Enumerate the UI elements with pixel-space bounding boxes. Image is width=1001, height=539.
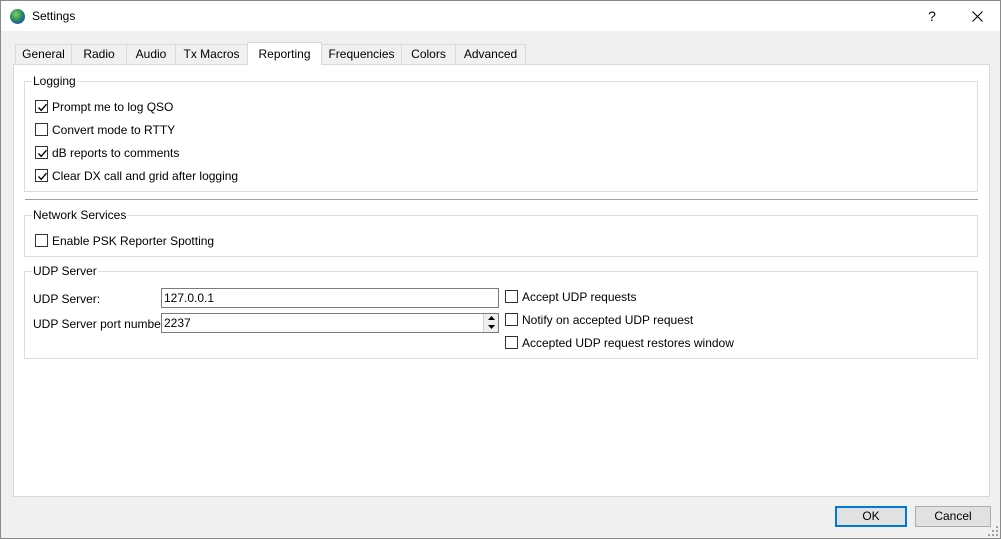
udp-server-label: UDP Server:: [33, 292, 101, 306]
checkmark-icon: [37, 103, 48, 112]
checkbox-box[interactable]: [505, 336, 518, 349]
tab-reporting[interactable]: Reporting: [247, 42, 322, 65]
clear-dx-call-checkbox[interactable]: Clear DX call and grid after logging: [35, 168, 275, 184]
udp-group-title: UDP Server: [32, 264, 98, 278]
checkbox-box[interactable]: [35, 100, 48, 113]
tab-radio[interactable]: Radio: [71, 44, 127, 64]
checkbox-label: Accept UDP requests: [522, 290, 637, 304]
logging-group-title: Logging: [32, 74, 77, 88]
tab-frequencies[interactable]: Frequencies: [321, 44, 402, 64]
close-icon: [972, 11, 983, 22]
network-group-title: Network Services: [32, 208, 128, 222]
tab-colors[interactable]: Colors: [401, 44, 456, 64]
checkbox-box[interactable]: [35, 146, 48, 159]
checkbox-box[interactable]: [505, 313, 518, 326]
checkmark-icon: [37, 149, 48, 158]
checkbox-box[interactable]: [35, 123, 48, 136]
cancel-button[interactable]: Cancel: [915, 506, 991, 527]
udp-port-label: UDP Server port number:: [33, 317, 169, 331]
reporting-panel: Logging Prompt me to log QSO Convert mod…: [13, 64, 990, 497]
psk-reporter-checkbox[interactable]: Enable PSK Reporter Spotting: [35, 233, 255, 249]
close-button[interactable]: [954, 1, 1000, 31]
convert-rtty-checkbox[interactable]: Convert mode to RTTY: [35, 122, 235, 138]
notify-udp-checkbox[interactable]: Notify on accepted UDP request: [505, 312, 705, 328]
title-bar[interactable]: Settings ?: [1, 1, 1000, 31]
window-title: Settings: [32, 9, 76, 23]
prompt-log-qso-checkbox[interactable]: Prompt me to log QSO: [35, 99, 235, 115]
tab-audio[interactable]: Audio: [126, 44, 176, 64]
network-services-group: Network Services Enable PSK Reporter Spo…: [24, 208, 978, 257]
db-reports-checkbox[interactable]: dB reports to comments: [35, 145, 235, 161]
app-globe-icon: [10, 9, 25, 24]
udp-port-value: 2237: [164, 316, 191, 330]
checkbox-box[interactable]: [505, 290, 518, 303]
checkbox-label: Clear DX call and grid after logging: [52, 169, 239, 183]
spinner: [483, 314, 498, 332]
checkbox-box[interactable]: [35, 234, 48, 247]
checkbox-label: Prompt me to log QSO: [52, 100, 174, 114]
checkbox-label: Accepted UDP request restores window: [522, 336, 734, 350]
ok-button[interactable]: OK: [835, 506, 907, 527]
section-divider: [25, 199, 978, 201]
accept-udp-checkbox[interactable]: Accept UDP requests: [505, 289, 665, 305]
checkbox-label: Notify on accepted UDP request: [522, 313, 694, 327]
tab-advanced[interactable]: Advanced: [455, 44, 526, 64]
checkbox-label: dB reports to comments: [52, 146, 180, 160]
tab-tx-macros[interactable]: Tx Macros: [175, 44, 248, 64]
checkbox-box[interactable]: [35, 169, 48, 182]
arrow-down-icon: [488, 325, 495, 329]
udp-server-group: UDP Server UDP Server: 127.0.0.1 UDP Ser…: [24, 264, 978, 359]
checkbox-label: Enable PSK Reporter Spotting: [52, 234, 215, 248]
help-button[interactable]: ?: [909, 1, 955, 31]
tab-general[interactable]: General: [15, 44, 72, 64]
spin-up-button[interactable]: [484, 314, 498, 323]
checkmark-icon: [37, 172, 48, 181]
udp-port-spinbox[interactable]: 2237: [161, 313, 499, 333]
resize-grip-icon[interactable]: [988, 526, 998, 536]
settings-dialog: Settings ? General Radio Audio Tx Macros…: [0, 0, 1001, 539]
logging-group: Logging Prompt me to log QSO Convert mod…: [24, 74, 978, 192]
spin-down-button[interactable]: [484, 323, 498, 332]
checkbox-label: Convert mode to RTTY: [52, 123, 176, 137]
udp-server-input[interactable]: 127.0.0.1: [161, 288, 499, 308]
arrow-up-icon: [488, 316, 495, 320]
udp-restores-window-checkbox[interactable]: Accepted UDP request restores window: [505, 335, 735, 351]
